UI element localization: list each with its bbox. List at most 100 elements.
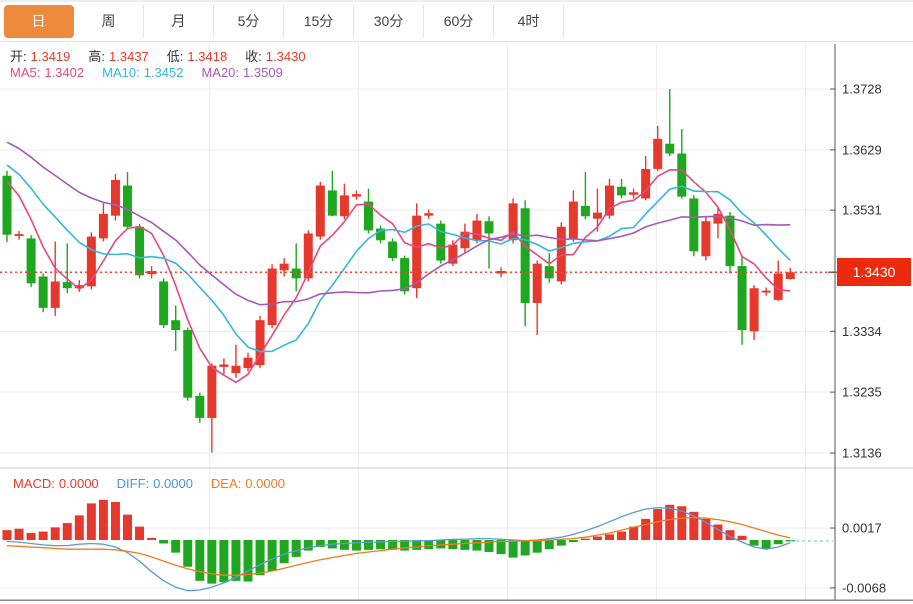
- macd-bar: [219, 540, 228, 582]
- price-axis-label: 1.3629: [842, 142, 882, 157]
- candle-body: [701, 221, 710, 256]
- candle-body: [316, 186, 325, 237]
- macd-bar: [617, 532, 626, 540]
- period-tab-60min[interactable]: 60分: [424, 5, 494, 38]
- candle-body: [328, 190, 337, 215]
- candle-body: [195, 396, 204, 418]
- candle-body: [39, 277, 48, 308]
- macd-bar: [171, 540, 180, 553]
- ma-legend-ma10: MA10: 1.3452: [102, 65, 187, 80]
- macd-bar: [762, 540, 771, 548]
- ohlc-legend-high-value: 1.3437: [109, 49, 149, 64]
- last-price-value: 1.3430: [853, 264, 896, 280]
- price-axis-label: 1.3235: [842, 385, 882, 400]
- candle-body: [557, 227, 566, 282]
- ma-legend-ma20-value: 1.3509: [243, 65, 283, 80]
- macd-legend-diff-value: 0.0000: [153, 476, 193, 491]
- macd-bar: [75, 515, 84, 540]
- ohlc-legend-high: 高:1.3437: [88, 49, 152, 64]
- candle-body: [629, 192, 638, 194]
- macd-bar: [424, 540, 433, 549]
- candle-body: [750, 288, 759, 331]
- macd-legend-macd: MACD:0.0000: [13, 476, 103, 491]
- macd-legend-macd-value: 0.0000: [59, 476, 99, 491]
- macd-bar: [533, 540, 542, 553]
- macd-bar: [340, 540, 349, 550]
- macd-bar: [557, 540, 566, 546]
- candle-body: [472, 221, 481, 241]
- macd-legend: MACD:0.0000 DIFF:0.0000 DEA: 0.0000: [13, 476, 303, 491]
- macd-bar: [665, 505, 674, 540]
- macd-bar: [183, 540, 192, 567]
- ohlc-legend-open-value: 1.3419: [31, 49, 71, 64]
- ma-legend-ma20-label: MA20:: [201, 65, 239, 80]
- candle-body: [15, 234, 24, 236]
- candle-body: [533, 264, 542, 303]
- period-tab-5min[interactable]: 5分: [214, 5, 284, 38]
- candle-body: [424, 213, 433, 215]
- candle-body: [677, 154, 686, 197]
- macd-legend-diff: DIFF:0.0000: [117, 476, 197, 491]
- ma-legend: MA5:1.3402 MA10: 1.3452 MA20: 1.3509: [10, 65, 301, 80]
- macd-bar: [569, 540, 578, 542]
- macd-bar: [123, 515, 132, 540]
- candle-body: [207, 366, 216, 418]
- price-axis-label: 1.3728: [842, 82, 882, 97]
- ohlc-legend: 开:1.3419高:1.3437低:1.3418收:1.3430: [10, 46, 324, 65]
- period-tab-day[interactable]: 日: [4, 5, 74, 38]
- ma-legend-ma20: MA20: 1.3509: [201, 65, 286, 80]
- candle-body: [231, 366, 240, 373]
- macd-legend-dea-value: 0.0000: [245, 476, 285, 491]
- ohlc-legend-close-value: 1.3430: [266, 49, 306, 64]
- macd-bar: [509, 540, 518, 558]
- ma-legend-ma5-value: 1.3402: [44, 65, 84, 80]
- candle-body: [485, 221, 494, 233]
- candle-body: [617, 187, 626, 196]
- candle-body: [400, 258, 409, 291]
- candle-body: [159, 281, 168, 325]
- period-tab-15min[interactable]: 15分: [284, 5, 354, 38]
- macd-bar: [15, 529, 24, 540]
- candle-body: [268, 269, 277, 326]
- candle-body: [605, 186, 614, 216]
- macd-bar: [605, 534, 614, 540]
- macd-bar: [27, 533, 36, 540]
- candle-body: [99, 214, 108, 239]
- macd-bar: [147, 538, 156, 540]
- macd-bar: [641, 519, 650, 540]
- candle-body: [352, 194, 361, 196]
- macd-bar: [352, 540, 361, 551]
- candle-body: [593, 213, 602, 219]
- macd-bar: [87, 503, 96, 540]
- candle-body: [665, 144, 674, 154]
- candle-body: [27, 238, 36, 283]
- candle-body: [244, 358, 253, 368]
- candle-body: [292, 269, 301, 279]
- candlestick-chart[interactable]: 1.37281.36291.35311.33341.32351.31360.00…: [0, 0, 913, 604]
- ohlc-legend-close: 收: 1.3430: [245, 49, 309, 64]
- period-tab-4hour[interactable]: 4时: [494, 5, 564, 38]
- macd-bar: [159, 540, 168, 544]
- ohlc-legend-close-label: 收:: [245, 49, 262, 64]
- macd-bar: [593, 536, 602, 540]
- candle-body: [581, 206, 590, 216]
- macd-bar: [63, 523, 72, 540]
- candle-body: [786, 272, 795, 279]
- period-tab-30min[interactable]: 30分: [354, 5, 424, 38]
- ma-legend-ma10-value: 1.3452: [144, 65, 184, 80]
- candle-body: [762, 291, 771, 293]
- candle-body: [123, 186, 132, 227]
- macd-legend-dea-label: DEA:: [211, 476, 241, 491]
- ma-legend-ma10-label: MA10:: [102, 65, 140, 80]
- macd-bar: [292, 540, 301, 557]
- macd-bar: [111, 502, 120, 540]
- ohlc-legend-low-value: 1.3418: [187, 49, 227, 64]
- ma-legend-ma5: MA5:1.3402: [10, 65, 88, 80]
- candle-body: [63, 282, 72, 288]
- period-tab-month[interactable]: 月: [144, 5, 214, 38]
- ohlc-legend-open: 开:1.3419: [10, 49, 74, 64]
- period-tab-week[interactable]: 周: [74, 5, 144, 38]
- macd-bar: [39, 532, 48, 540]
- macd-bar: [750, 540, 759, 546]
- last-price-badge: 1.3430: [837, 258, 911, 286]
